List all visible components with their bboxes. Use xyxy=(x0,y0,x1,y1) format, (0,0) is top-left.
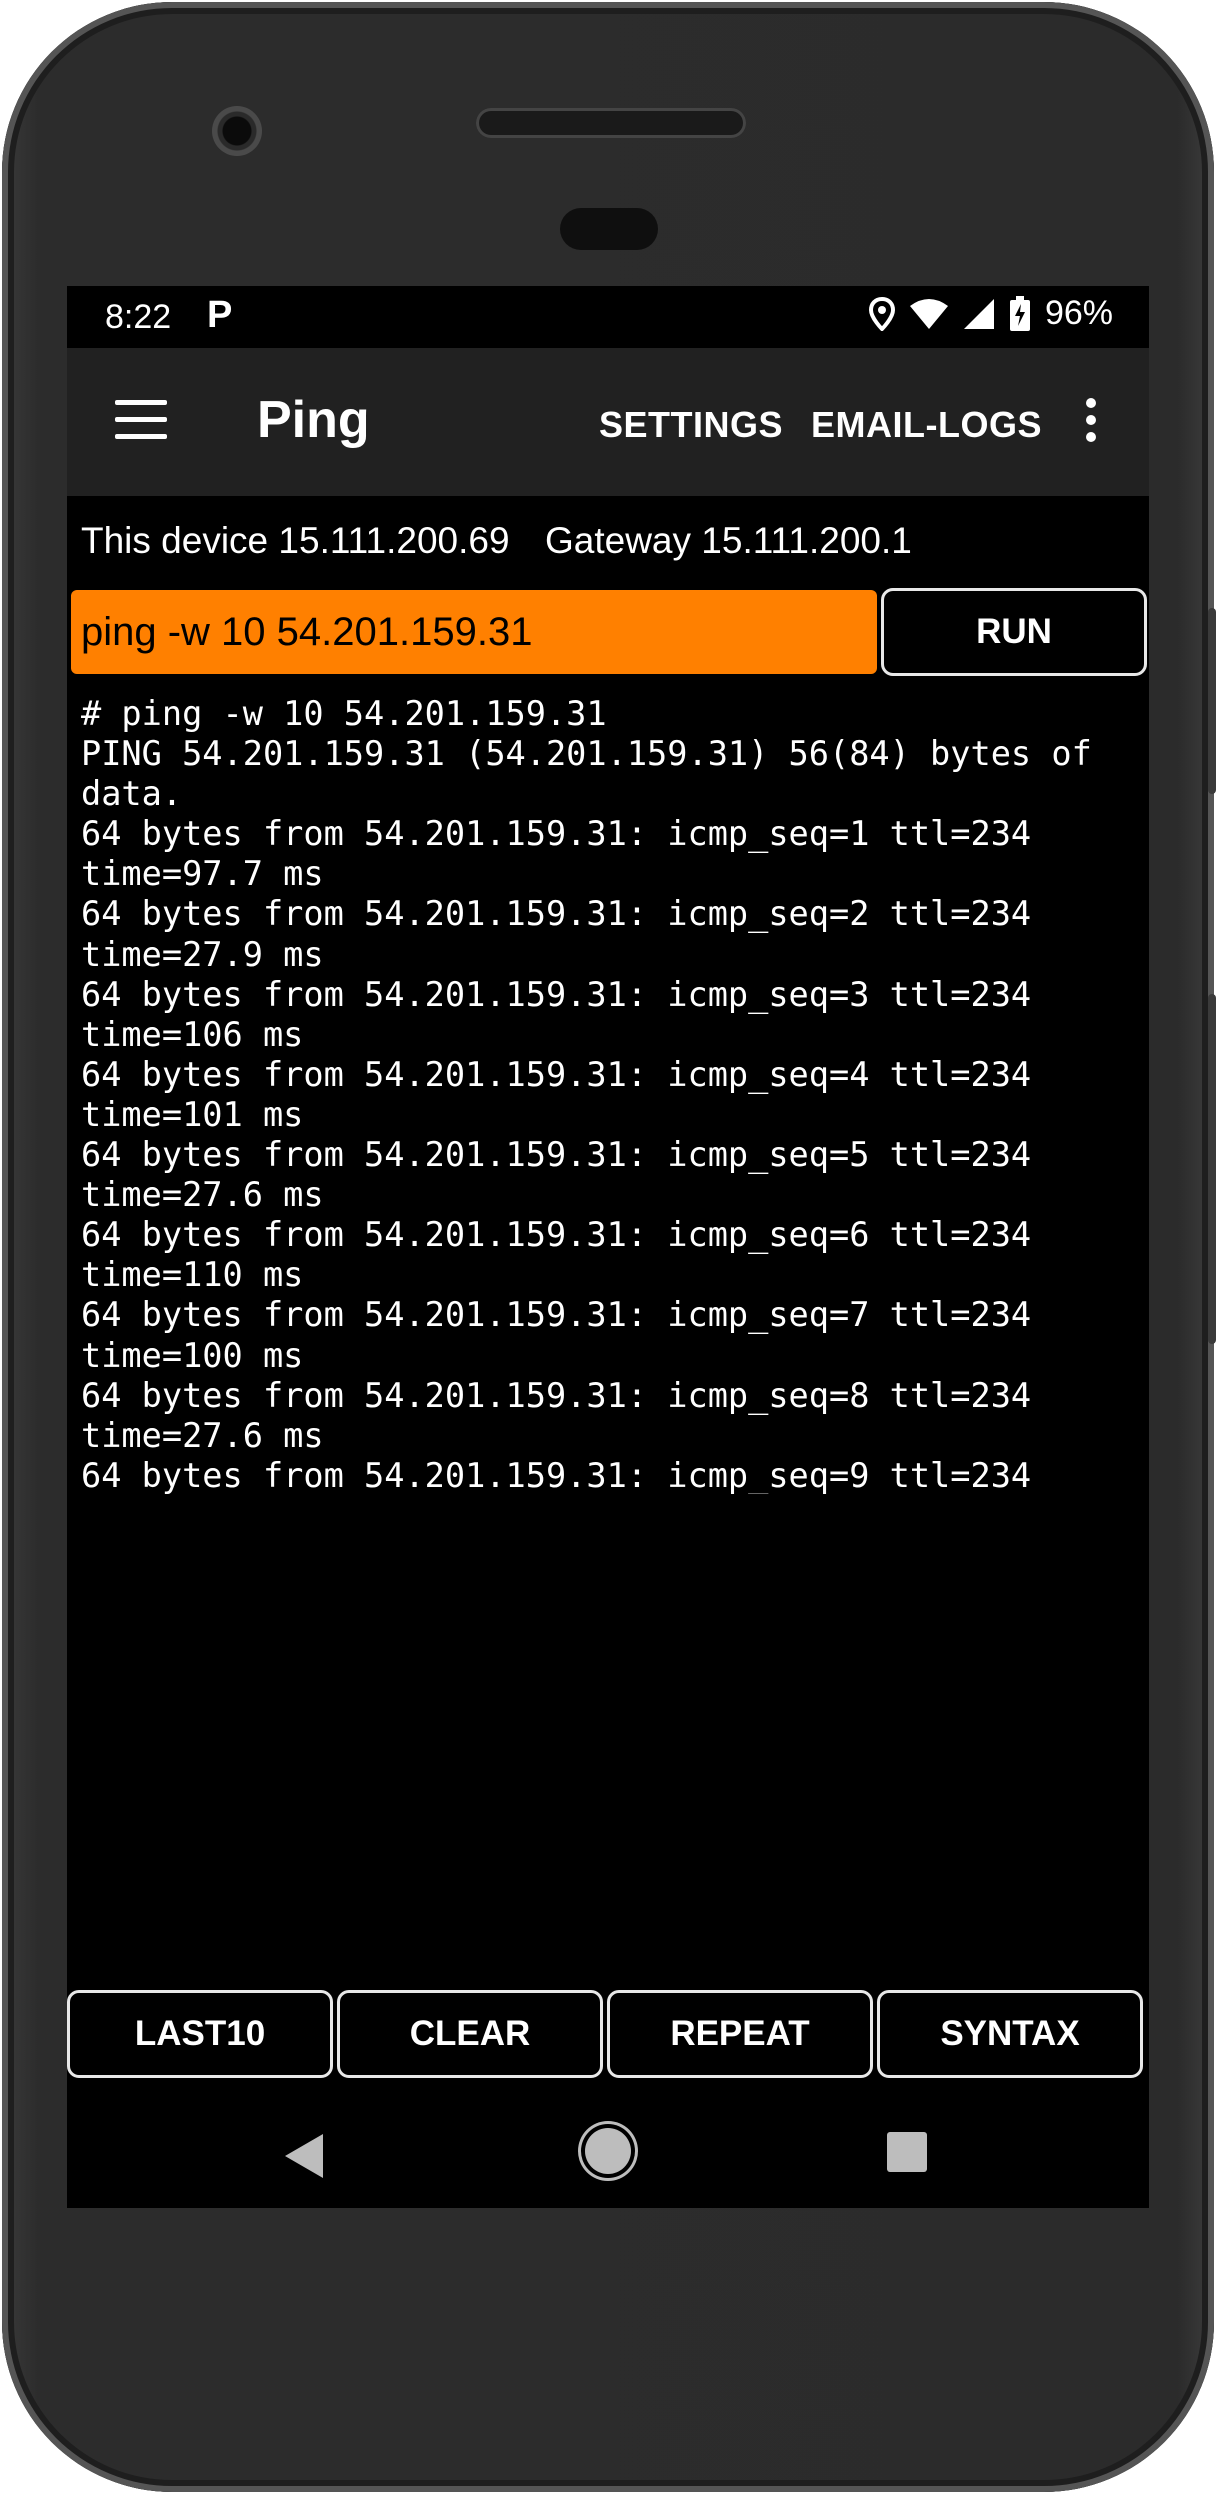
output-line: time=110 ms xyxy=(81,1255,304,1295)
output-line: 64 bytes from 54.201.159.31: icmp_seq=2 … xyxy=(81,894,1032,934)
clear-button[interactable]: CLEAR xyxy=(337,1990,603,2078)
output-line: 64 bytes from 54.201.159.31: icmp_seq=8 … xyxy=(81,1375,1032,1415)
syntax-button[interactable]: SYNTAX xyxy=(877,1990,1143,2078)
phone-screen: 8:22 P 96% Ping SETTINGS EMAIL-LOGS This… xyxy=(67,286,1149,2208)
navigation-bar xyxy=(67,2096,1149,2208)
output-line: time=106 ms xyxy=(81,1014,304,1054)
output-line: 64 bytes from 54.201.159.31: icmp_seq=4 … xyxy=(81,1054,1032,1094)
status-time: 8:22 xyxy=(105,298,172,336)
repeat-button[interactable]: REPEAT xyxy=(607,1990,873,2078)
wifi-icon xyxy=(909,298,948,329)
run-button[interactable]: RUN xyxy=(881,588,1147,676)
output-line: time=27.6 ms xyxy=(81,1175,324,1215)
front-camera xyxy=(212,106,262,156)
proximity-sensor xyxy=(560,208,658,250)
location-icon xyxy=(868,296,895,331)
command-input[interactable] xyxy=(71,590,877,674)
output-line: 64 bytes from 54.201.159.31: icmp_seq=5 … xyxy=(81,1135,1032,1175)
volume-button xyxy=(1208,994,1216,1344)
hamburger-menu-icon[interactable] xyxy=(115,400,167,440)
earpiece-speaker xyxy=(476,108,746,138)
battery-percent: 96% xyxy=(1044,294,1113,332)
power-button xyxy=(1208,608,1216,794)
output-line: # ping -w 10 54.201.159.31 xyxy=(81,694,607,733)
status-bar: 8:22 P 96% xyxy=(67,286,1149,348)
back-triangle-icon[interactable] xyxy=(285,2134,323,2178)
output-line: time=100 ms xyxy=(81,1335,304,1375)
output-line: 64 bytes from 54.201.159.31: icmp_seq=7 … xyxy=(81,1295,1032,1335)
home-circle-icon[interactable] xyxy=(585,2128,631,2174)
device-ip-label: This device 15.111.200.69 xyxy=(81,520,510,561)
parking-p-icon: P xyxy=(207,294,233,336)
output-line: time=101 ms xyxy=(81,1094,304,1134)
app-bar: Ping SETTINGS EMAIL-LOGS xyxy=(67,348,1149,496)
output-line: PING 54.201.159.31 (54.201.159.31) 56(84… xyxy=(81,734,1092,774)
output-line: data. xyxy=(81,774,183,814)
output-line: time=27.9 ms xyxy=(81,934,324,974)
battery-charging-icon xyxy=(1009,295,1030,331)
output-line: time=97.7 ms xyxy=(81,854,324,894)
cell-signal-icon xyxy=(963,298,994,329)
output-line: 64 bytes from 54.201.159.31: icmp_seq=9 … xyxy=(81,1455,1032,1494)
output-line: time=27.6 ms xyxy=(81,1415,324,1455)
gateway-ip-label: Gateway 15.111.200.1 xyxy=(545,520,912,561)
ping-output-console: # ping -w 10 54.201.159.31 PING 54.201.15… xyxy=(81,694,1141,1494)
email-logs-button[interactable]: EMAIL-LOGS xyxy=(811,404,1042,446)
last10-button[interactable]: LAST10 xyxy=(67,1990,333,2078)
more-vertical-icon[interactable] xyxy=(1083,398,1099,446)
app-title: Ping xyxy=(257,391,370,449)
output-line: 64 bytes from 54.201.159.31: icmp_seq=3 … xyxy=(81,974,1032,1014)
status-icons: 96% xyxy=(868,294,1113,333)
output-line: 64 bytes from 54.201.159.31: icmp_seq=1 … xyxy=(81,814,1032,854)
phone-frame: 8:22 P 96% Ping SETTINGS EMAIL-LOGS This… xyxy=(2,2,1216,2492)
recents-square-icon[interactable] xyxy=(887,2132,927,2172)
output-line: 64 bytes from 54.201.159.31: icmp_seq=6 … xyxy=(81,1215,1032,1255)
settings-button[interactable]: SETTINGS xyxy=(599,404,783,446)
network-info: This device 15.111.200.69 Gateway 15.111… xyxy=(67,496,1149,586)
